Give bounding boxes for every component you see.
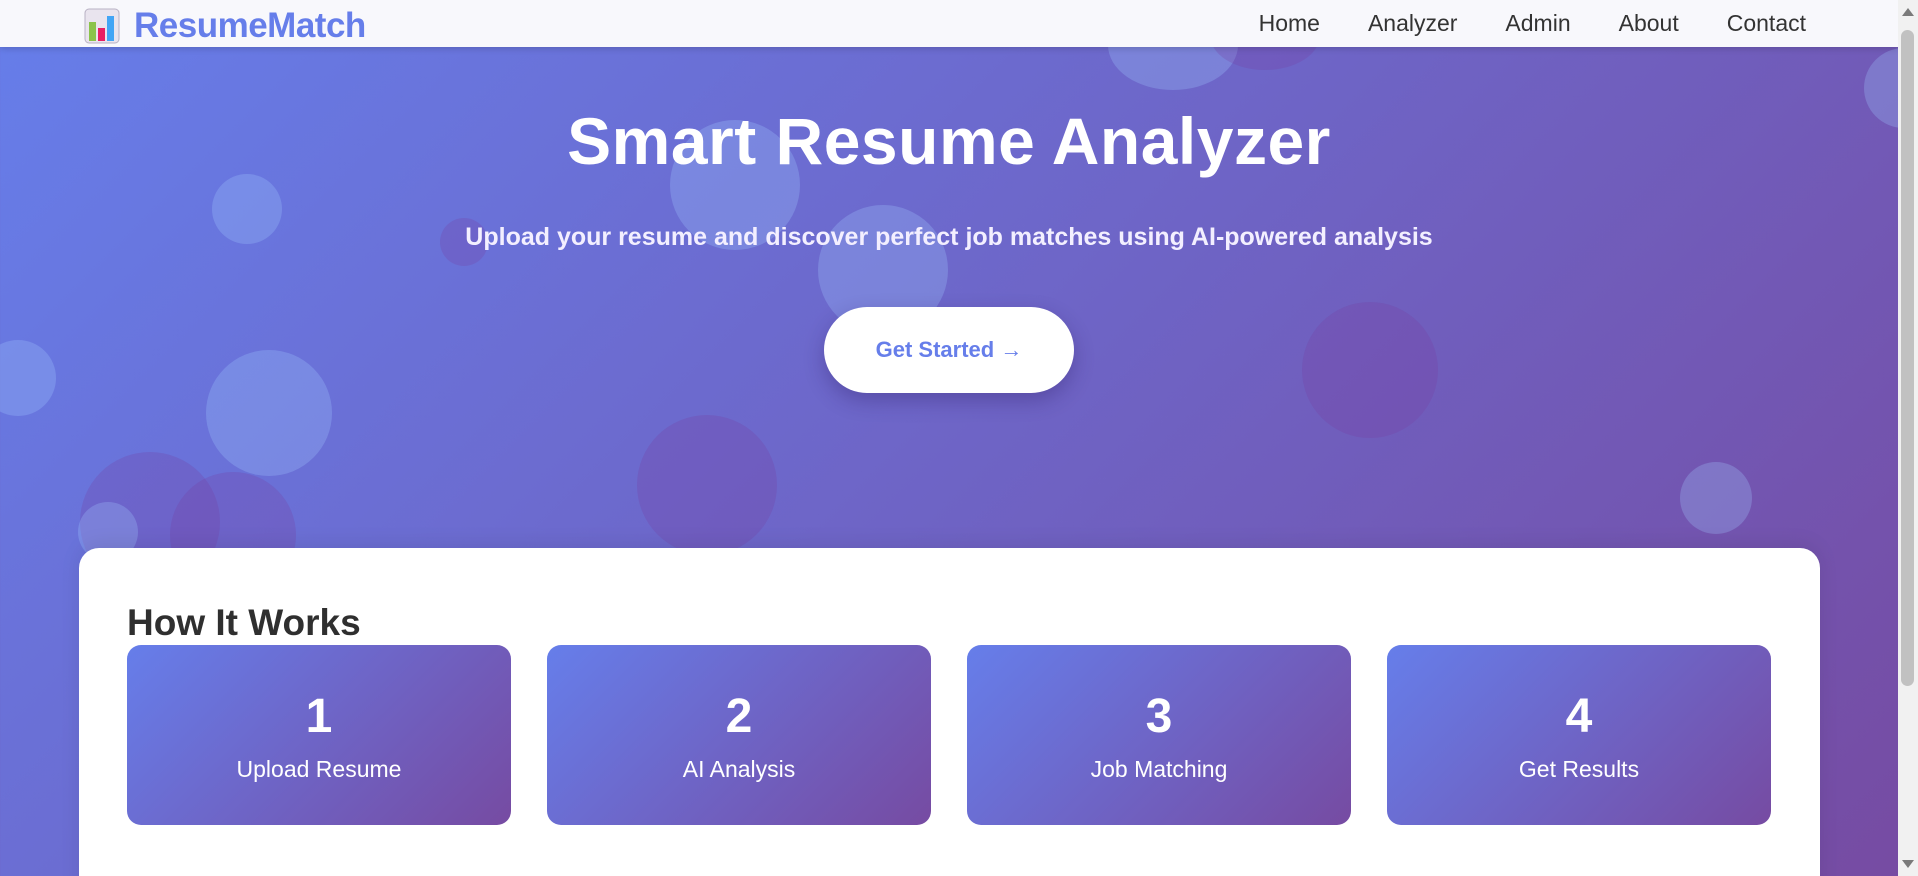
nav-link-about[interactable]: About	[1619, 10, 1679, 37]
scroll-up-arrow-icon[interactable]	[1902, 8, 1914, 16]
step-card-ai-analysis: 2 AI Analysis	[547, 645, 931, 825]
nav-link-contact[interactable]: Contact	[1727, 10, 1806, 37]
bar-chart-icon	[84, 8, 120, 44]
step-card-upload-resume: 1 Upload Resume	[127, 645, 511, 825]
get-started-button[interactable]: Get Started →	[824, 307, 1074, 393]
step-card-job-matching: 3 Job Matching	[967, 645, 1351, 825]
scroll-thumb[interactable]	[1901, 30, 1914, 686]
how-it-works-title: How It Works	[127, 602, 361, 643]
page-scrollbar[interactable]	[1898, 0, 1918, 876]
step-label: AI Analysis	[682, 756, 796, 782]
nav-links: Home Analyzer Admin About Contact	[1259, 10, 1806, 37]
brand-name: ResumeMatch	[134, 6, 366, 45]
step-number: 1	[305, 690, 333, 743]
nav-link-analyzer[interactable]: Analyzer	[1368, 10, 1457, 37]
nav-link-admin[interactable]: Admin	[1505, 10, 1570, 37]
step-card-get-results: 4 Get Results	[1387, 645, 1771, 825]
step-label: Job Matching	[1090, 756, 1228, 782]
navbar: ResumeMatch Home Analyzer Admin About Co…	[0, 0, 1898, 47]
step-number: 3	[1145, 690, 1173, 743]
step-label: Get Results	[1518, 756, 1640, 782]
hero-section: Smart Resume Analyzer Upload your resume…	[0, 47, 1898, 393]
brand-logo[interactable]: ResumeMatch	[84, 6, 366, 46]
hero-subtitle: Upload your resume and discover perfect …	[465, 223, 1433, 251]
nav-link-home[interactable]: Home	[1259, 10, 1320, 37]
step-number: 2	[725, 690, 753, 743]
step-number: 4	[1565, 690, 1593, 743]
how-it-works-card: How It Works 1 Upload Resume 2 AI Analys…	[79, 548, 1820, 876]
steps-list: 1 Upload Resume 2 AI Analysis 3 Job Matc…	[127, 645, 1771, 825]
scroll-down-arrow-icon[interactable]	[1902, 860, 1914, 868]
step-label: Upload Resume	[236, 756, 402, 782]
hero-title: Smart Resume Analyzer	[567, 104, 1331, 178]
